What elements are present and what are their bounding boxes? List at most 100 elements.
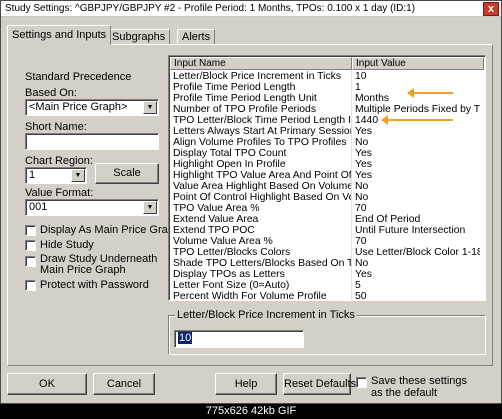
input-value-cell[interactable]: Yes [355,126,480,137]
based-on-dropdown[interactable]: <Main Price Graph> ▼ [25,99,159,116]
column-divider [351,236,352,247]
chevron-down-icon: ▼ [143,101,157,114]
tab-alerts[interactable]: Alerts [177,29,216,45]
table-row[interactable]: Percent Width For Volume Profile 50 [170,291,484,300]
display-as-main-price-graph-checkbox[interactable] [25,225,36,236]
input-name-cell: Display Total TPO Count [173,148,287,159]
table-row[interactable]: Extend TPO POC Until Future Intersection [170,225,484,236]
table-row[interactable]: Shade TPO Letters/Blocks Based On Time No [170,258,484,269]
table-row[interactable]: Profile Time Period Length Unit Months [170,93,484,104]
column-divider [351,192,352,203]
draw-underneath-checkbox[interactable] [25,256,36,267]
input-value-cell[interactable]: No [355,258,480,269]
column-divider [351,137,352,148]
table-row[interactable]: Align Volume Profiles To TPO Profiles No [170,137,484,148]
input-value-cell[interactable]: 10 [355,71,480,82]
study-settings-dialog: Study Settings: ^GBPJPY/GBPJPY #2 - Prof… [0,0,502,404]
grid-header-input-value[interactable]: Input Value [352,57,484,70]
chart-region-label: Chart Region: [25,155,93,167]
short-name-input[interactable] [25,133,159,150]
input-name-cell: Volume Value Area % [173,236,273,247]
input-name-cell: Highlight TPO Value Area And Point Of Co… [173,170,351,181]
chart-region-dropdown[interactable]: 1 ▼ [25,167,87,184]
selected-input-value-field[interactable]: 10 [174,330,304,348]
selected-input-title: Letter/Block Price Increment in Ticks [175,309,357,321]
column-divider [351,159,352,170]
input-name-cell: Profile Time Period Length [173,82,296,93]
tab-subgraphs[interactable]: Subgraphs [107,29,171,45]
column-divider [351,82,352,93]
display-as-main-price-graph-label: Display As Main Price Graph [40,224,180,236]
column-divider [351,170,352,181]
column-divider [351,203,352,214]
save-default-checkbox[interactable] [356,377,367,388]
hide-study-checkbox[interactable] [25,240,36,251]
scale-button[interactable]: Scale [95,163,159,184]
selected-input-edit-group: Letter/Block Price Increment in Ticks 10 [168,309,486,355]
input-value-cell[interactable]: Yes [355,159,480,170]
hide-study-label: Hide Study [40,239,94,251]
table-row[interactable]: Letters Always Start At Primary Session … [170,126,484,137]
cancel-button[interactable]: Cancel [93,373,155,395]
input-value-cell[interactable]: 5 [355,280,480,291]
input-value-cell[interactable]: 70 [355,236,480,247]
table-row[interactable]: Display Total TPO Count Yes [170,148,484,159]
column-divider [351,280,352,291]
input-value-cell[interactable]: Yes [355,148,480,159]
help-button[interactable]: Help [215,373,277,395]
value-format-dropdown[interactable]: 001 ▼ [25,199,159,216]
input-name-cell: Value Area Highlight Based On Volume [173,181,351,192]
annotation-arrow [381,115,453,125]
input-value-cell[interactable]: No [355,181,480,192]
based-on-value: <Main Price Graph> [29,101,128,113]
input-value-cell[interactable]: 70 [355,203,480,214]
selected-input-value: 10 [178,332,193,344]
protect-with-password-label: Protect with Password [40,279,149,291]
table-row[interactable]: Volume Value Area % 70 [170,236,484,247]
input-name-cell: TPO Letter/Blocks Colors [173,247,291,258]
input-name-cell: Align Volume Profiles To TPO Profiles [173,137,347,148]
grid-header-input-name[interactable]: Input Name [170,57,352,70]
column-divider [351,126,352,137]
title-bar: Study Settings: ^GBPJPY/GBPJPY #2 - Prof… [1,1,501,17]
table-row[interactable]: Point Of Control Highlight Based On Volu… [170,192,484,203]
input-value-cell[interactable]: Multiple Periods Fixed by Time [355,104,480,115]
table-row[interactable]: Extend Value Area End Of Period [170,214,484,225]
input-value-cell[interactable]: Yes [355,269,480,280]
draw-underneath-label: Draw Study Underneath Main Price Graph [40,253,158,276]
input-value-cell[interactable]: No [355,137,480,148]
input-name-cell: Extend Value Area [173,214,259,225]
input-value-cell[interactable]: Use Letter/Block Color 1-18 [355,247,480,258]
table-row[interactable]: TPO Value Area % 70 [170,203,484,214]
table-row[interactable]: Letter Font Size (0=Auto) 5 [170,280,484,291]
table-row[interactable]: TPO Letter/Blocks Colors Use Letter/Block… [170,247,484,258]
column-divider [351,247,352,258]
tab-settings-and-inputs[interactable]: Settings and Inputs [7,25,112,45]
input-name-cell: Profile Time Period Length Unit [173,93,317,104]
table-row[interactable]: Value Area Highlight Based On Volume No [170,181,484,192]
input-name-cell: Letters Always Start At Primary Session … [173,126,351,137]
table-row[interactable]: Number of TPO Profile Periods Multiple Pe… [170,104,484,115]
table-row[interactable]: Display TPOs as Letters Yes [170,269,484,280]
close-icon[interactable]: x [483,2,499,16]
input-value-cell[interactable]: End Of Period [355,214,480,225]
short-name-label: Short Name: [25,121,87,133]
table-row[interactable]: Highlight Open In Profile Yes [170,159,484,170]
image-info-bar: 775x626 42kb GIF [0,404,502,419]
input-value-cell[interactable]: No [355,192,480,203]
reset-defaults-button[interactable]: Reset Defaults [283,373,356,395]
table-row[interactable]: Letter/Block Price Increment in Ticks 10 [170,71,484,82]
input-name-cell: TPO Letter/Block Time Period Length In M… [173,115,351,126]
column-divider [351,258,352,269]
protect-with-password-checkbox[interactable] [25,280,36,291]
input-value-cell[interactable]: Yes [355,170,480,181]
table-row[interactable]: Highlight TPO Value Area And Point Of Co… [170,170,484,181]
input-value-cell[interactable]: 50 [355,291,480,300]
value-format-value: 001 [29,201,48,213]
input-name-cell: Display TPOs as Letters [173,269,285,280]
column-divider [351,269,352,280]
save-default-label: Save these settings as the default [371,375,468,399]
input-value-cell[interactable]: Until Future Intersection [355,225,480,236]
ok-button[interactable]: OK [7,373,87,395]
input-value-cell[interactable]: Months [355,93,480,104]
